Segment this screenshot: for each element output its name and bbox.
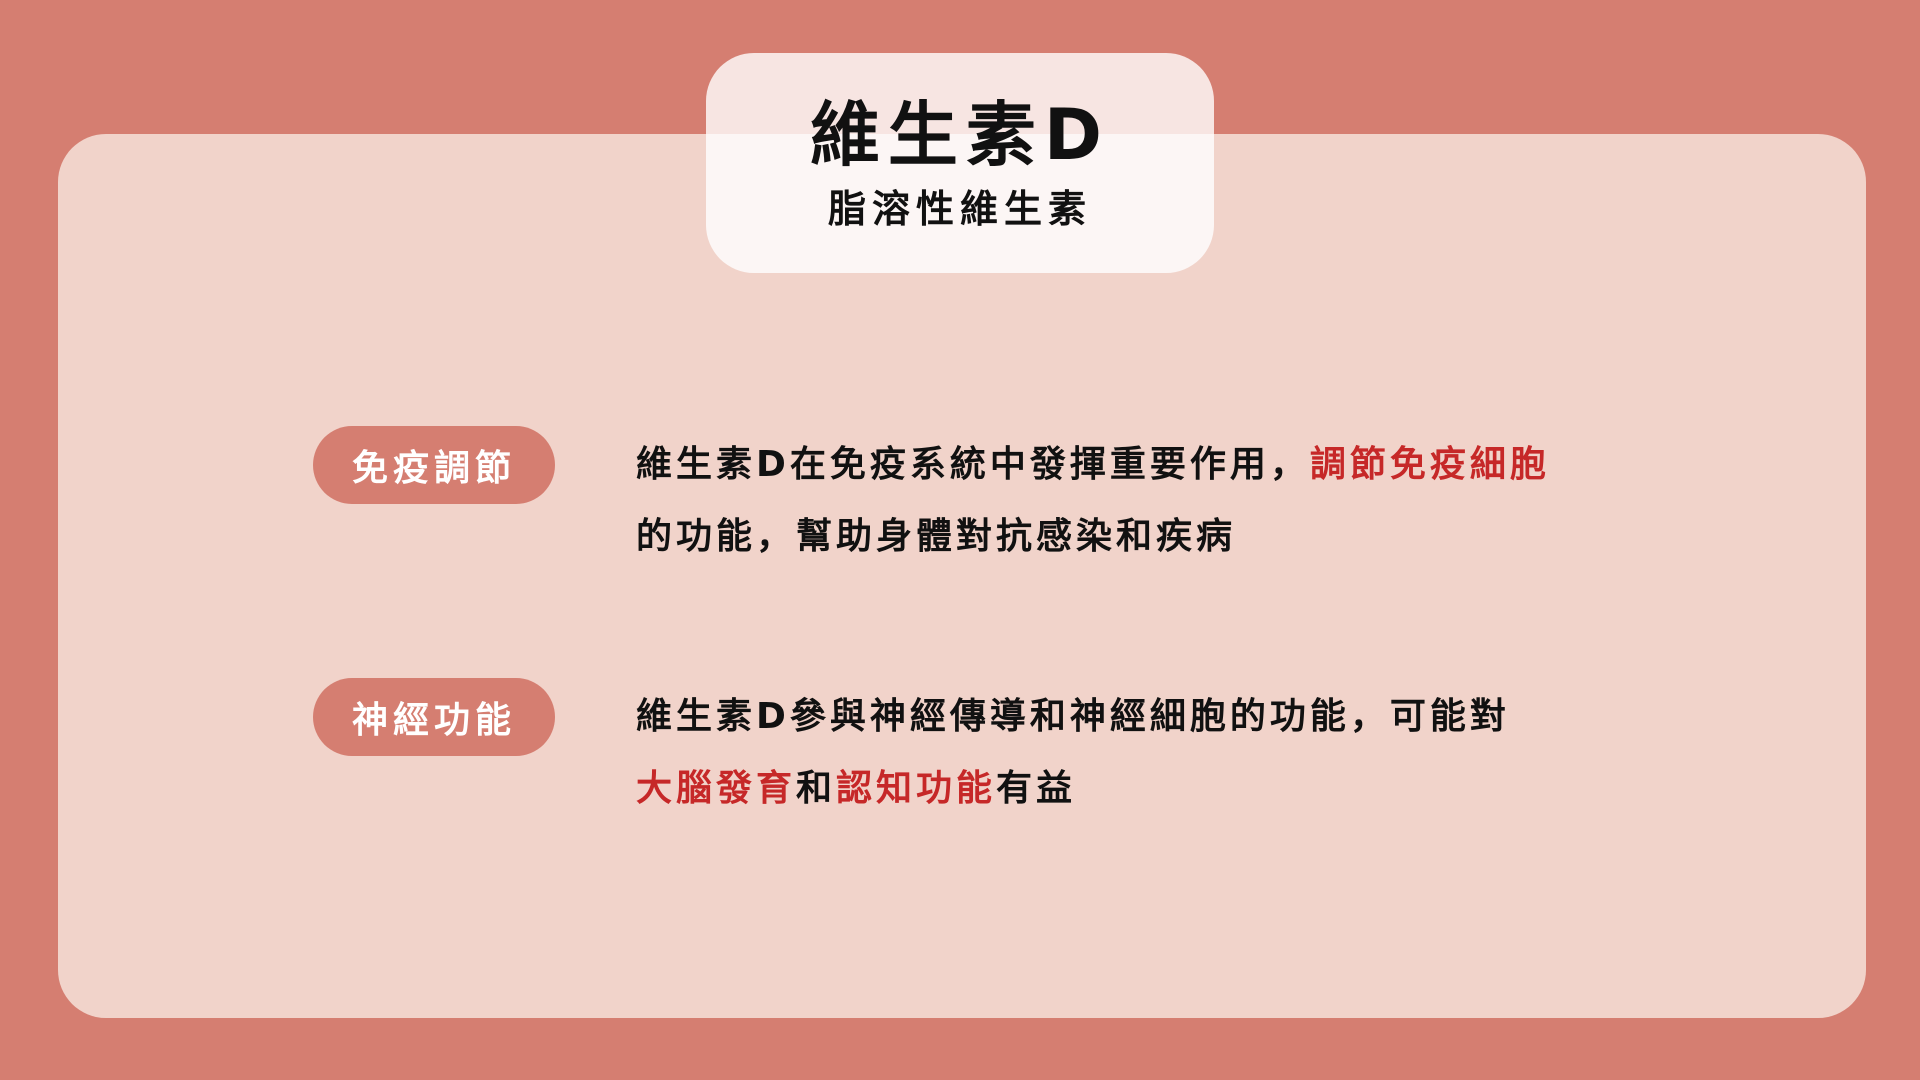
description-line: 大腦發育和認知功能有益 bbox=[636, 753, 1646, 825]
description-text: 的功能，幫助身體對抗感染和疾病 bbox=[636, 516, 1237, 557]
section-label-badge: 神經功能 bbox=[313, 678, 555, 756]
description-text: 維生素D參與神經傳導和神經細胞的功能，可能對 bbox=[636, 696, 1510, 737]
section-label-badge: 免疫調節 bbox=[313, 426, 555, 504]
title-box: 維生素D 脂溶性維生素 bbox=[706, 53, 1214, 273]
description-line: 的功能，幫助身體對抗感染和疾病 bbox=[636, 501, 1646, 573]
page-title: 維生素D bbox=[809, 94, 1111, 176]
highlight-text: 大腦發育 bbox=[636, 768, 797, 809]
page-subtitle: 脂溶性維生素 bbox=[827, 187, 1092, 231]
description-text: 維生素D在免疫系統中發揮重要作用， bbox=[636, 444, 1310, 485]
description-text: 有益 bbox=[996, 768, 1077, 809]
highlight-text: 認知功能 bbox=[836, 768, 997, 809]
section-description: 維生素D參與神經傳導和神經細胞的功能，可能對 大腦發育和認知功能有益 bbox=[636, 681, 1646, 825]
description-line: 維生素D參與神經傳導和神經細胞的功能，可能對 bbox=[636, 681, 1646, 753]
description-text: 和 bbox=[796, 768, 837, 809]
description-line: 維生素D在免疫系統中發揮重要作用，調節免疫細胞 bbox=[636, 429, 1646, 501]
section-description: 維生素D在免疫系統中發揮重要作用，調節免疫細胞 的功能，幫助身體對抗感染和疾病 bbox=[636, 429, 1646, 573]
highlight-text: 調節免疫細胞 bbox=[1309, 444, 1550, 485]
